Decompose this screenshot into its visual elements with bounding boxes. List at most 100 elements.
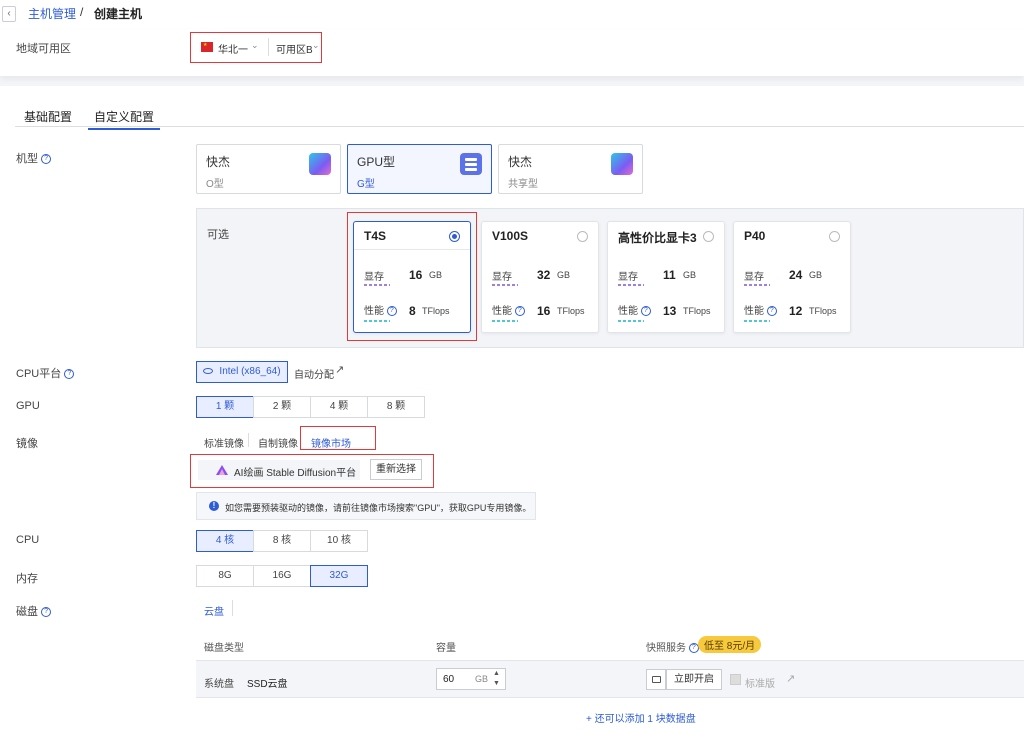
memory-32g[interactable]: 32G [310,565,368,587]
help-icon[interactable]: ? [64,369,75,380]
image-tab-custom[interactable]: 自制镜像 [258,435,298,450]
perf-label: 性能 ? [364,302,397,317]
radio-icon[interactable] [577,231,588,242]
checkbox-icon[interactable] [730,674,741,685]
disk-kind: 系统盘 [204,679,234,690]
help-icon[interactable]: ? [766,306,777,317]
image-tab-standard[interactable]: 标准镜像 [204,435,244,450]
flag-icon: ★ [201,42,213,52]
breadcrumb-separator: / [80,5,84,19]
region-value: 华北一 [218,45,248,56]
help-icon[interactable]: ? [514,306,525,317]
server-icon [460,153,482,175]
external-link-icon[interactable]: ↗ [786,672,795,685]
perf-bar [618,320,644,322]
system-disk-row [196,660,1024,698]
region-label: 地域可用区 [16,43,71,55]
perf-unit: TFlops [422,306,450,316]
snapshot-icon-button[interactable] [646,669,666,690]
enable-snapshot-button[interactable]: 立即开启 [666,669,722,690]
gpu-count-2[interactable]: 2 颗 [253,396,311,418]
tab-basic[interactable]: 基础配置 [24,108,72,125]
help-icon[interactable]: ? [41,607,52,618]
cpu-8-cores[interactable]: 8 核 [253,530,311,552]
memory-value: 16 [409,268,423,282]
perf-bar [364,320,390,322]
breadcrumb-parent[interactable]: 主机管理 [28,5,76,22]
external-link-icon[interactable]: ↗ [335,363,344,376]
perf-unit: TFlops [557,306,585,316]
zone-value: 可用区B [276,45,313,56]
disk-tab-cloud[interactable]: 云盘 [204,603,224,618]
gpu-card-v100s[interactable]: V100S 显存 32 GB 性能 ? 16 TFlops [481,221,599,333]
page-title: 创建主机 [94,7,143,21]
divider [268,38,269,56]
cpu-4-cores[interactable]: 4 核 [196,530,254,552]
cpu-label: CPU [16,534,40,546]
gpu-card-p40[interactable]: P40 显存 24 GB 性能 ? 12 TFlops [733,221,851,333]
radio-icon[interactable] [829,231,840,242]
memory-bar [618,284,644,286]
card-subtitle: O型 [206,179,224,190]
cpu-platform-option: Intel (x86_64) [219,366,281,377]
memory-unit: GB [683,270,697,280]
card-title: GPU型 [357,155,396,169]
divider [248,433,249,447]
chevron-down-icon: ⌄ [251,40,259,50]
region-card [0,30,1024,76]
perf-label: 性能 ? [618,302,651,317]
gpu-card-t4s[interactable]: T4S 显存 16 GB 性能 ? 8 TFlops [353,221,471,333]
card-title: 快杰 [508,155,533,169]
region-select[interactable]: ★ 华北一 ⌄ [199,40,265,56]
machine-type-card-shared[interactable]: 快杰 共享型 [498,144,643,194]
gpu-count-4[interactable]: 4 颗 [310,396,368,418]
gpu-count-1[interactable]: 1 颗 [196,396,254,418]
info-text: 如您需要预装驱动的镜像，请前往镜像市场搜索"GPU"，获取GPU专用镜像。 [225,503,532,513]
add-data-disk-link[interactable]: + 还可以添加 1 块数据盘 [586,710,696,725]
memory-8g[interactable]: 8G [196,565,254,587]
auto-assign-link[interactable]: 自动分配 [294,366,334,381]
disk-type: SSD云盘 [247,679,288,690]
radio-icon[interactable] [703,231,714,242]
disk-header-type: 磁盘类型 [204,643,244,654]
gpu-name: V100S [492,229,529,243]
divider [354,249,470,250]
help-icon[interactable]: ? [41,154,52,165]
memory-value: 24 [789,268,803,282]
chevron-down-icon: ⌄ [312,40,320,50]
gpu-count-label: GPU [16,400,40,412]
memory-16g[interactable]: 16G [253,565,311,587]
memory-value: 11 [663,268,676,282]
cpu-10-cores[interactable]: 10 核 [310,530,368,552]
cpu-platform-intel[interactable]: Intel (x86_64) [196,361,288,383]
info-icon: ! [209,501,219,511]
zone-select[interactable]: 可用区B ⌄ [276,40,322,56]
memory-unit: GB [557,270,571,280]
stepper-up-icon[interactable]: ▲ [493,669,500,678]
machine-type-label: 机型 ? [16,150,52,166]
back-button[interactable]: ‹ [2,6,16,22]
disk-label: 磁盘 ? [16,603,52,619]
help-icon[interactable]: ? [640,306,651,317]
gpu-card-value3[interactable]: 高性价比显卡3 显存 11 GB 性能 ? 13 TFlops [607,221,725,333]
perf-bar [744,320,770,322]
image-tab-market[interactable]: 镜像市场 [311,435,351,450]
cpu-platform-label: CPU平台 ? [16,365,75,381]
machine-type-card-gpu[interactable]: GPU型 G型 [347,144,492,194]
memory-label: 显存 [492,272,512,283]
disk-size-stepper[interactable]: 60 GB ▲ ▼ [436,668,506,690]
memory-label: 显存 [618,272,638,283]
radio-selected-icon[interactable] [449,231,460,242]
gpu-count-8[interactable]: 8 颗 [367,396,425,418]
card-title: 快杰 [206,155,231,169]
memory-unit: GB [429,270,443,280]
card-subtitle: 共享型 [508,179,538,190]
stepper-down-icon[interactable]: ▼ [493,679,500,688]
divider [232,600,233,616]
top-bar [0,0,1024,30]
help-icon[interactable]: ? [386,306,397,317]
machine-type-card-o[interactable]: 快杰 O型 [196,144,341,194]
memory-unit: GB [809,270,823,280]
disk-size-unit: GB [475,674,489,684]
reselect-button[interactable]: 重新选择 [370,459,422,480]
